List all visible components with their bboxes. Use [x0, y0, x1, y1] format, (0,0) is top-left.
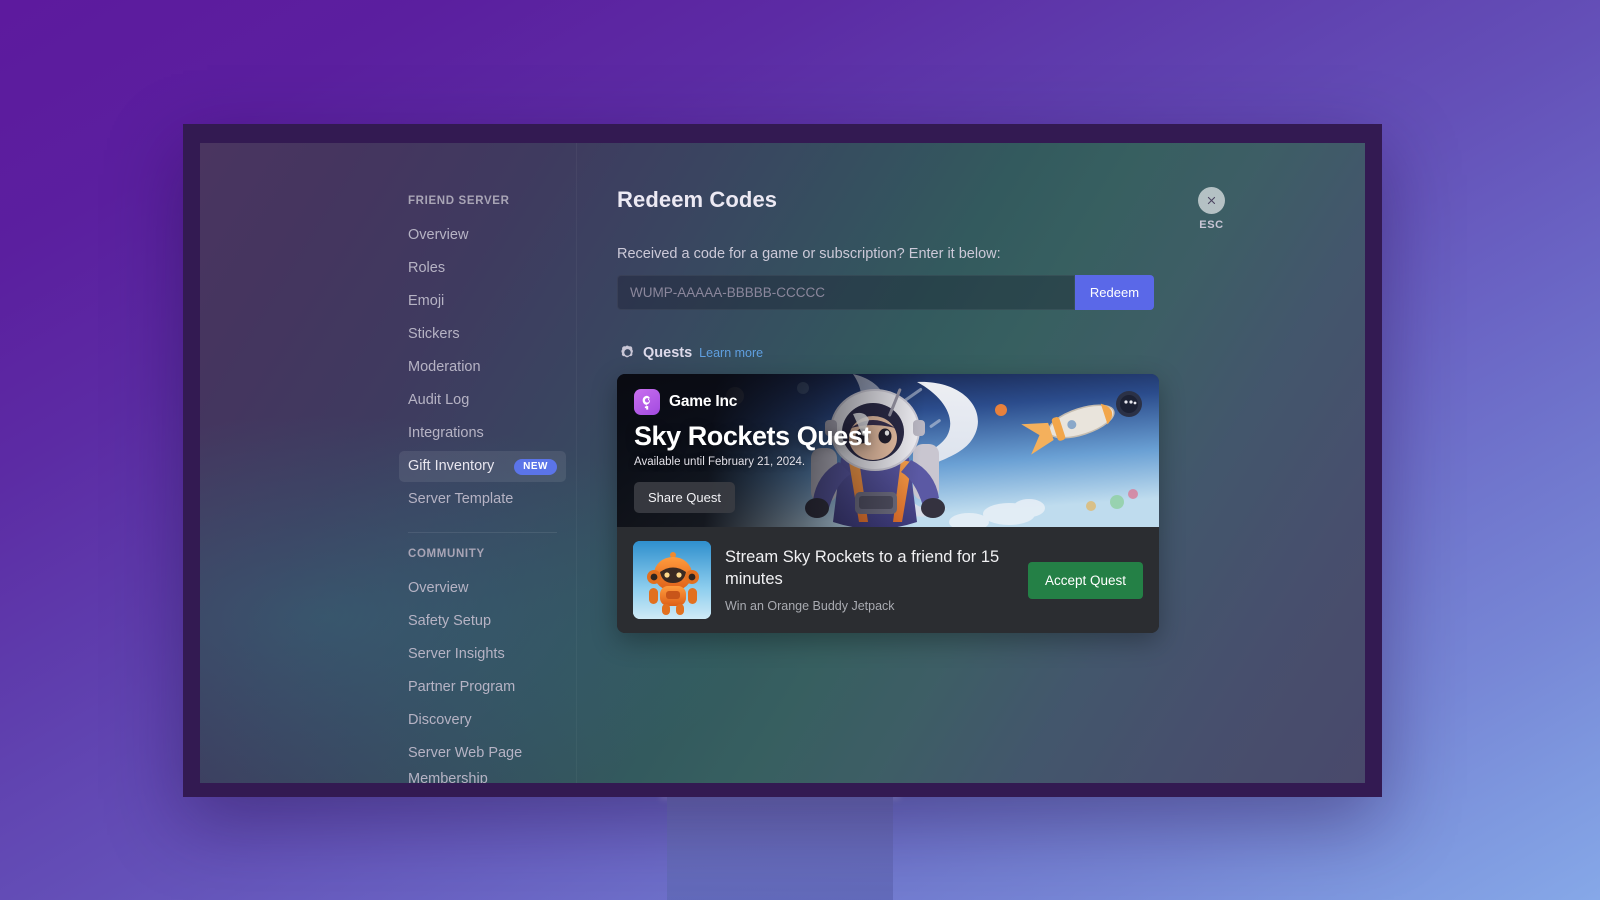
sidebar-section-friend-server: FRIEND SERVER Overview Roles Emoji Stick…	[399, 195, 566, 783]
quest-brand-name: Game Inc	[669, 393, 738, 410]
sidebar-item-label: Partner Program	[408, 679, 516, 696]
sidebar-divider	[408, 532, 557, 533]
sidebar-item-discovery[interactable]: Discovery	[399, 705, 566, 736]
sidebar-item-moderation[interactable]: Moderation	[399, 352, 566, 383]
sidebar-item-gift-inventory[interactable]: Gift Inventory NEW	[399, 451, 566, 482]
app-window: FRIEND SERVER Overview Roles Emoji Stick…	[200, 143, 1365, 783]
sidebar-item-partner-program[interactable]: Partner Program	[399, 672, 566, 703]
sidebar-item-overview[interactable]: Overview	[399, 220, 566, 251]
close-x-icon	[1198, 187, 1225, 214]
quests-learn-more-link[interactable]: Learn more	[699, 346, 763, 360]
sidebar-item-label: Audit Log	[408, 392, 470, 409]
monitor-screen: FRIEND SERVER Overview Roles Emoji Stick…	[200, 143, 1365, 783]
sidebar-heading-friend-server: FRIEND SERVER	[408, 195, 510, 207]
redeem-instructions: Received a code for a game or subscripti…	[617, 246, 1001, 262]
quest-availability: Available until February 21, 2024.	[634, 456, 806, 469]
sidebar-item-label: Safety Setup	[408, 613, 492, 630]
desktop-scene: FRIEND SERVER Overview Roles Emoji Stick…	[0, 0, 1600, 900]
quests-section-label: Quests	[643, 344, 693, 361]
accept-quest-button[interactable]: Accept Quest	[1027, 561, 1143, 599]
sidebar-item-membership-screening[interactable]: Membership Screening	[399, 771, 566, 783]
quest-task-title: Stream Sky Rockets to a friend for 15 mi…	[725, 548, 1000, 588]
sidebar-item-label: Roles	[408, 260, 446, 277]
sidebar-item-label: Gift Inventory	[408, 458, 495, 475]
quest-task-reward: Win an Orange Buddy Jetpack	[725, 598, 895, 613]
main-content: Redeem Codes Received a code for a game …	[577, 143, 1365, 783]
sidebar-item-community-overview[interactable]: Overview	[399, 573, 566, 604]
sidebar-item-server-web-page[interactable]: Server Web Page	[399, 738, 566, 769]
sidebar-item-label: Discovery	[408, 712, 472, 729]
redeem-code-input[interactable]	[617, 275, 1075, 310]
sidebar-item-label: Server Insights	[408, 646, 505, 663]
quest-hero-banner: Game Inc Sky Rockets Quest Available unt…	[617, 374, 1159, 527]
status-badge-new: NEW	[514, 458, 557, 475]
quest-task-row: Stream Sky Rockets to a friend for 15 mi…	[617, 527, 1159, 633]
page-title: Redeem Codes	[617, 187, 778, 212]
sidebar-item-safety-setup[interactable]: Safety Setup	[399, 606, 566, 637]
quest-task-text: Stream Sky Rockets to a friend for 15 mi…	[725, 547, 1014, 613]
close-modal-button[interactable]: ESC	[1198, 187, 1225, 231]
sidebar-item-label: Server Web Page	[408, 745, 523, 762]
sidebar-item-label: Membership Screening	[408, 771, 488, 783]
hero-content: Game Inc Sky Rockets Quest Available unt…	[634, 389, 1159, 514]
sidebar-item-label: Server Template	[408, 491, 514, 508]
sidebar-item-label: Moderation	[408, 359, 481, 376]
game-inc-logo-icon	[634, 389, 660, 415]
sidebar-item-server-insights[interactable]: Server Insights	[399, 639, 566, 670]
sidebar-item-server-template[interactable]: Server Template	[399, 484, 566, 515]
settings-sidebar: FRIEND SERVER Overview Roles Emoji Stick…	[200, 143, 577, 783]
close-esc-label: ESC	[1199, 219, 1224, 231]
sidebar-item-stickers[interactable]: Stickers	[399, 319, 566, 350]
sidebar-heading-community: COMMUNITY	[408, 548, 485, 560]
sidebar-item-label: Emoji	[408, 293, 445, 310]
share-quest-button[interactable]: Share Quest	[634, 482, 735, 514]
sidebar-item-label: Overview	[408, 580, 469, 597]
sidebar-item-emoji[interactable]: Emoji	[399, 286, 566, 317]
sidebar-item-roles[interactable]: Roles	[399, 253, 566, 284]
redeem-code-form: Redeem	[617, 275, 1154, 310]
sidebar-item-label: Overview	[408, 227, 469, 244]
sidebar-item-label: Stickers	[408, 326, 460, 343]
orange-buddy-jetpack-icon	[633, 541, 711, 619]
quest-title: Sky Rockets Quest	[634, 421, 871, 451]
monitor-frame: FRIEND SERVER Overview Roles Emoji Stick…	[183, 124, 1382, 797]
quest-brand: Game Inc	[634, 389, 1159, 415]
sidebar-item-integrations[interactable]: Integrations	[399, 418, 566, 449]
quest-gear-icon	[619, 344, 636, 361]
monitor-stand	[667, 794, 893, 900]
redeem-button[interactable]: Redeem	[1075, 275, 1154, 310]
quests-section-header: Quests Learn more	[619, 344, 1365, 361]
quest-card: Game Inc Sky Rockets Quest Available unt…	[617, 374, 1159, 633]
sidebar-item-audit-log[interactable]: Audit Log	[399, 385, 566, 416]
sidebar-item-label: Integrations	[408, 425, 484, 442]
